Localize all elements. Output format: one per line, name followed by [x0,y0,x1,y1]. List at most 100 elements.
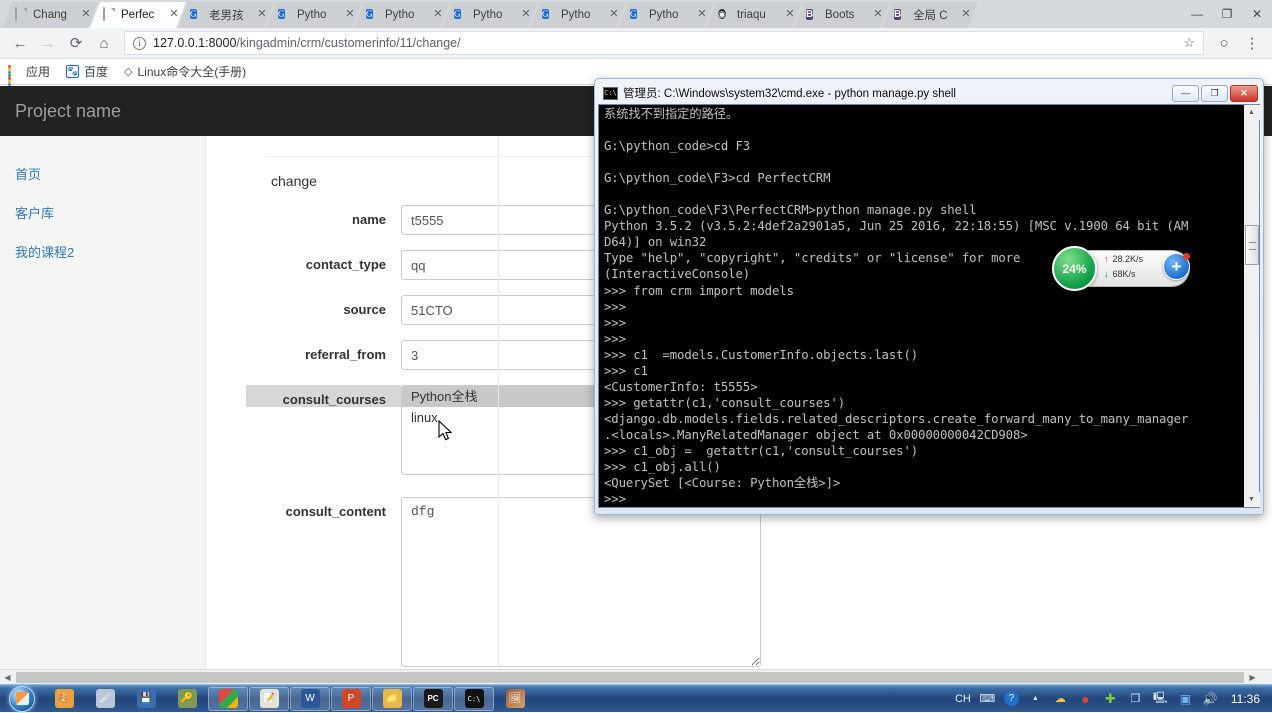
taskbar-folder[interactable]: 📁 [372,686,412,711]
browser-tab[interactable]: G Pytho ✕ [354,2,450,28]
taskbar-notepad[interactable]: 📝 [249,686,289,711]
cmd-console-output: 系统找不到指定的路径。 G:\python_code>cd F3 G:\pyth… [604,107,1189,507]
tab-close-icon[interactable]: ✕ [696,9,708,21]
sidebar-item-home[interactable]: 首页 [0,154,205,193]
green-shield-icon[interactable]: ✚ [1102,690,1119,707]
scroll-right-icon[interactable]: ▶ [1245,670,1260,685]
ime-indicator[interactable]: CH [955,693,971,705]
cmd-window[interactable]: C:\ 管理员: C:\Windows\system32\cmd.exe - p… [594,78,1264,515]
browser-tab[interactable]: G Pytho ✕ [442,2,538,28]
bootstrap-icon: B [806,9,814,20]
taskbar-paint-icon[interactable]: 🎨 [44,687,84,711]
taskbar-word[interactable]: W [290,686,330,711]
tab-close-icon[interactable]: ✕ [872,9,884,21]
taskbar-chrome[interactable] [208,686,248,711]
network-expand-button[interactable]: + [1163,253,1190,280]
cmd-minimize-button[interactable]: — [1172,84,1199,102]
bookmark-star-icon[interactable]: ☆ [1177,35,1195,51]
volume-icon[interactable]: 🔊 [1202,690,1219,707]
tab-close-icon[interactable]: ✕ [80,9,92,21]
maximize-button[interactable]: ❐ [1212,1,1242,27]
cmd-scroll-thumb[interactable] [1245,225,1259,265]
sidebar-item-mycourses[interactable]: 我的课程2 [0,232,205,271]
scroll-down-icon[interactable]: ▼ [1243,492,1260,507]
taskbar-powerpoint[interactable]: P [331,686,371,711]
upload-rate: 28.2K/s [1112,254,1144,264]
taskbar-clock[interactable]: 11:36 [1227,692,1266,706]
cmd-title-bar[interactable]: C:\ 管理员: C:\Windows\system32\cmd.exe - p… [598,82,1260,104]
browser-tab[interactable]: ◉ triaqu ✕ [706,2,802,28]
scroll-left-icon[interactable]: ◀ [0,670,15,685]
save-disk-icon: 💾 [136,689,156,708]
blue-globe-icon: G [454,9,461,19]
sidebar: 首页 客户库 我的课程2 [0,136,206,669]
red-circle-icon[interactable]: ● [1077,690,1094,707]
address-bar[interactable]: i 127.0.0.1:8000/kingadmin/crm/customeri… [124,31,1204,55]
taskbar-key-icon[interactable]: 🔑 [167,687,207,711]
cloud-sync-icon[interactable]: ☁ [1052,690,1069,707]
profile-icon[interactable]: person-icon [1152,1,1182,27]
tab-close-icon[interactable]: ✕ [784,9,796,21]
taskbar-save-icon[interactable]: 💾 [126,687,166,711]
blue-globe-icon: G [190,9,197,19]
page-horizontal-scrollbar[interactable]: ◀ ▶ [0,669,1272,684]
help-icon[interactable]: ? [1003,691,1019,706]
tab-close-icon[interactable]: ✕ [960,9,972,21]
menu-icon[interactable]: ⋮ [1238,29,1266,57]
sidebar-item-customers[interactable]: 客户库 [0,193,205,232]
home-icon[interactable]: ⌂ [90,29,118,57]
scroll-up-icon[interactable]: ▲ [1243,105,1260,120]
tab-close-icon[interactable]: ✕ [432,9,444,21]
bookmark-linux-manual[interactable]: ◇ Linux命令大全(手册) [124,63,246,80]
tab-close-icon[interactable]: ✕ [344,9,356,21]
network-rates: ↑ 28.2K/s ↓ 68K/s [1104,252,1143,282]
browser-tab[interactable]: B Boots ✕ [794,2,890,28]
taskbar-photo[interactable]: 🖼 [495,687,535,711]
baidu-icon: 🐾 [66,65,80,78]
tab-close-icon[interactable]: ✕ [520,9,532,21]
reload-icon[interactable]: ⟳ [62,29,90,57]
tab-close-icon[interactable]: ✕ [608,9,620,21]
cpu-percent-badge[interactable]: 24% [1052,246,1097,291]
tab-close-icon[interactable]: ✕ [168,9,180,21]
hscroll-thumb[interactable] [16,671,1244,683]
content-divider [498,136,499,669]
page-title[interactable]: Project name [15,101,121,122]
field-label-referral-from: referral_from [305,347,386,362]
close-button[interactable]: ✕ [1242,1,1272,27]
keyboard-icon[interactable]: ⌨ [979,690,996,707]
extension-icon[interactable]: ○ [1210,29,1238,57]
consult-content-textarea[interactable] [401,497,761,667]
site-info-icon[interactable]: i [133,36,146,50]
forward-icon[interactable]: → [34,29,62,57]
start-button[interactable] [0,685,44,713]
taskbar-paintbrush-icon[interactable]: 🖌 [85,687,125,711]
cmd-console-area[interactable]: 系统找不到指定的路径。 G:\python_code>cd F3 G:\pyth… [598,104,1260,508]
tab-title: Pytho [473,9,503,21]
browser-tab[interactable]: G Pytho ✕ [266,2,362,28]
cmd-close-button[interactable]: ✕ [1230,84,1258,102]
overflow-icon[interactable]: ▲ [1027,690,1044,707]
blue-app-icon[interactable]: ▣ [1177,690,1194,707]
cmd-maximize-button[interactable]: ❐ [1201,84,1228,102]
taskbar-cmd[interactable]: C:\ [454,686,494,711]
paint-brush-icon: 🖌 [95,689,115,708]
tab-close-icon[interactable]: ✕ [256,9,268,21]
bookmark-baidu[interactable]: 🐾 百度 [66,63,108,80]
cmd-vertical-scrollbar[interactable]: ▲ ▼ [1243,105,1260,507]
back-icon[interactable]: ← [6,29,34,57]
blue-globe-icon: G [366,9,373,19]
browser-tab[interactable]: G Pytho ✕ [618,2,714,28]
browser-tab[interactable]: B 全局 C ✕ [882,2,978,28]
browser-tab[interactable]: Chang ✕ [2,2,98,28]
monitor-icon[interactable]: 🖳 [1152,690,1169,707]
network-speed-widget[interactable]: ↑ 28.2K/s ↓ 68K/s + 24% [1052,246,1192,291]
bookmark-apps[interactable]: 应用 [8,63,50,92]
blue-globe-icon: G [630,9,637,19]
browser-tab[interactable]: G Pytho ✕ [530,2,626,28]
browser-tab-active[interactable]: Perfec ✕ [90,2,186,28]
browser-tab[interactable]: G 老男孩 ✕ [178,2,274,28]
taskbar-pycharm[interactable]: PC [413,686,453,711]
minimize-button[interactable]: — [1182,1,1212,27]
copy-icon[interactable]: ❐ [1127,690,1144,707]
